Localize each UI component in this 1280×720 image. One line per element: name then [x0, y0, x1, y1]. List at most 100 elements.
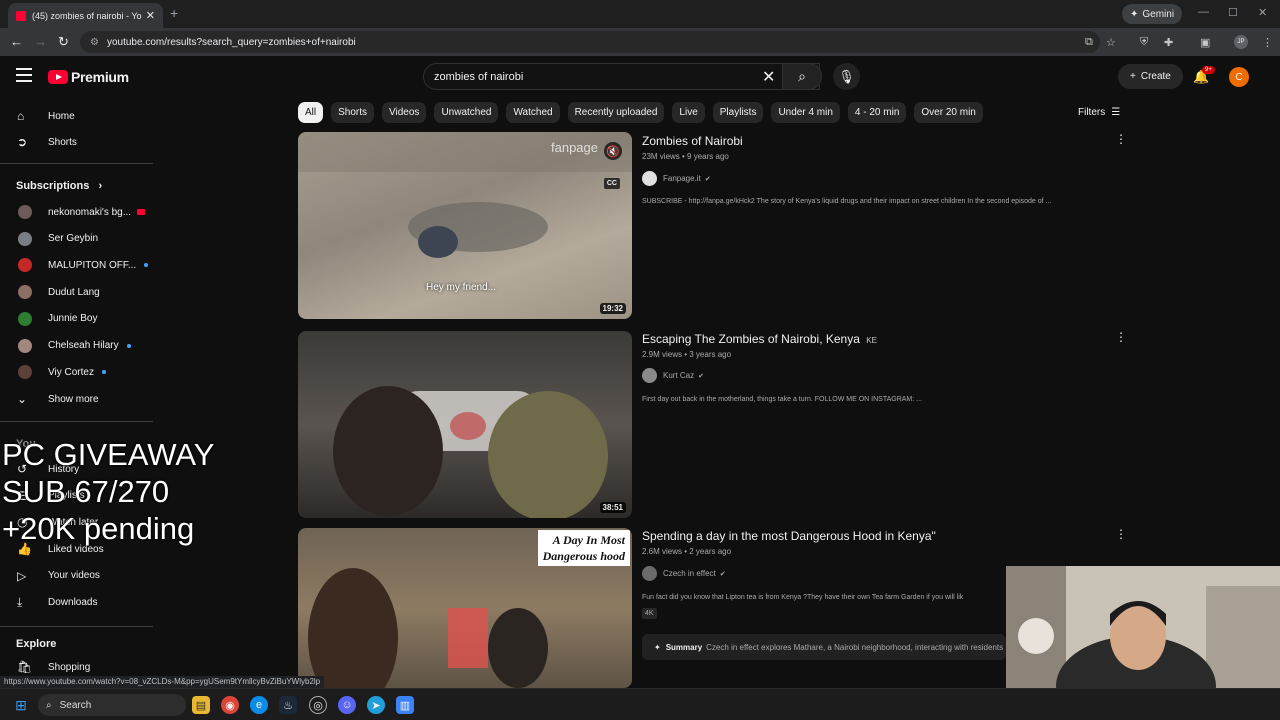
subscriptions-heading[interactable]: Subscriptions ›: [16, 180, 102, 192]
shield-extension-icon[interactable]: ⛨: [1140, 36, 1148, 49]
channel-avatar: [18, 258, 32, 273]
search-icon: ⌕: [798, 68, 806, 84]
video-title[interactable]: Spending a day in the most Dangerous Hoo…: [642, 529, 936, 543]
profile-avatar[interactable]: JP: [1234, 35, 1248, 49]
taskbar-search[interactable]: ⌕ Search: [38, 694, 186, 716]
edge-icon[interactable]: e: [250, 696, 268, 714]
more-actions-icon[interactable]: ⋮: [1115, 330, 1127, 344]
sidebar-item-you[interactable]: ▷ Your videos: [0, 563, 153, 589]
filter-chip[interactable]: Unwatched: [434, 102, 499, 123]
minimize-icon[interactable]: —: [1198, 6, 1209, 18]
filter-chip[interactable]: Videos: [382, 102, 427, 123]
more-actions-icon[interactable]: ⋮: [1115, 132, 1127, 146]
mute-icon[interactable]: 🔇: [604, 142, 622, 160]
video-title[interactable]: Zombies of Nairobi: [642, 134, 743, 148]
channel-avatar: [18, 311, 32, 326]
subscription-item[interactable]: Junnie Boy: [0, 306, 153, 332]
channel-link[interactable]: Kurt Caz ✔: [642, 368, 704, 383]
thumbnail-text-line: A Day In Most: [552, 533, 625, 547]
search-input[interactable]: zombies of nairobi: [423, 63, 820, 90]
ai-summary-bar[interactable]: ✦ Summary Czech in effect explores Matha…: [642, 634, 1006, 660]
sidebar-item-shorts[interactable]: ➲ Shorts: [0, 129, 153, 155]
back-icon[interactable]: ←: [10, 34, 23, 49]
subscription-item[interactable]: Ser Geybin: [0, 226, 153, 252]
channel-avatar: [642, 566, 657, 581]
subscription-item[interactable]: Chelseah Hilary: [0, 333, 153, 359]
subscription-item[interactable]: nekonomaki's bg...: [0, 199, 153, 225]
overlay-line-1: PC GIVEAWAY: [2, 437, 215, 472]
subscription-item[interactable]: Viy Cortez: [0, 359, 153, 385]
taskbar-search-label: Search: [59, 699, 92, 711]
bookmark-star-icon[interactable]: ☆: [1106, 36, 1116, 49]
filter-chip[interactable]: Recently uploaded: [567, 102, 665, 123]
filters-button[interactable]: Filters ☰: [1078, 107, 1120, 118]
filter-chip[interactable]: Over 20 min: [914, 102, 983, 123]
address-bar-row: ← → ↻ ⚙ youtube.com/results?search_query…: [0, 28, 1280, 56]
notepad-icon[interactable]: ▥: [396, 696, 414, 714]
sidebar-item-home[interactable]: ⌂ Home: [0, 103, 153, 129]
create-button[interactable]: + Create: [1118, 64, 1183, 89]
channel-link[interactable]: Fanpage.it ✔: [642, 171, 711, 186]
sidepanel-icon[interactable]: ▣: [1200, 36, 1210, 49]
user-avatar[interactable]: C: [1229, 67, 1249, 87]
clear-search-icon[interactable]: ✕: [762, 67, 775, 87]
youtube-favicon-icon: [16, 10, 26, 21]
chrome-icon[interactable]: ◉: [221, 696, 239, 714]
install-app-icon[interactable]: ⧉: [1085, 36, 1093, 49]
microphone-icon: 🎙: [838, 68, 855, 84]
filter-chip[interactable]: Live: [672, 102, 705, 123]
filter-chip[interactable]: 4 - 20 min: [847, 102, 907, 123]
chevron-down-icon: ⌄: [17, 392, 28, 406]
browser-menu-icon[interactable]: ⋮: [1262, 36, 1273, 49]
menu-icon[interactable]: [16, 68, 32, 86]
video-title-suffix: KE: [866, 336, 877, 345]
home-icon: ⌂: [17, 109, 25, 123]
channel-name: Kurt Caz: [663, 371, 695, 380]
new-tab-button[interactable]: +: [170, 5, 178, 21]
youtube-play-icon: [48, 70, 68, 84]
discord-icon[interactable]: ☺: [338, 696, 356, 714]
subscription-item[interactable]: MALUPITON OFF...: [0, 252, 153, 278]
forward-icon[interactable]: →: [34, 34, 47, 49]
windows-taskbar: ⊞ ⌕ Search ▤ ◉ e ♨ ◎ ☺ ➤ ▥: [0, 688, 1280, 720]
video-thumbnail[interactable]: 38:51: [298, 331, 632, 518]
filter-chip[interactable]: All: [298, 102, 324, 123]
close-window-icon[interactable]: ✕: [1258, 6, 1267, 19]
video-thumbnail[interactable]: fanpage 🔇 CC Hey my friend... 19:32: [298, 132, 632, 319]
channel-link[interactable]: Czech in effect ✔: [642, 566, 726, 581]
windows-start-icon[interactable]: ⊞: [12, 696, 30, 714]
filter-chip[interactable]: Shorts: [331, 102, 375, 123]
video-title[interactable]: Escaping The Zombies of Nairobi, Kenya K…: [642, 332, 877, 346]
telegram-icon[interactable]: ➤: [367, 696, 385, 714]
show-more-button[interactable]: ⌄ Show more: [0, 386, 153, 412]
youtube-logo[interactable]: Premium: [48, 69, 129, 85]
sidebar-item-you[interactable]: ⤓ Downloads: [0, 590, 153, 616]
browser-tab[interactable]: (45) zombies of nairobi - YouTube ✕: [8, 3, 163, 28]
more-actions-icon[interactable]: ⋮: [1115, 527, 1127, 541]
filter-chip[interactable]: Under 4 min: [771, 102, 840, 123]
file-explorer-icon[interactable]: ▤: [192, 696, 210, 714]
filter-chip[interactable]: Watched: [506, 102, 560, 123]
browser-tab-bar: (45) zombies of nairobi - YouTube ✕ + ✦ …: [0, 0, 1280, 28]
search-button[interactable]: ⌕: [782, 63, 822, 90]
url-field[interactable]: ⚙ youtube.com/results?search_query=zombi…: [80, 31, 1100, 53]
stream-overlay-text: PC GIVEAWAY SUB 67/270 +20K pending: [2, 436, 214, 547]
site-info-icon[interactable]: ⚙: [90, 37, 99, 48]
voice-search-button[interactable]: 🎙: [833, 63, 860, 90]
channel-avatar: [18, 205, 32, 219]
live-indicator-icon: [137, 209, 146, 215]
subscription-item[interactable]: Dudut Lang: [0, 279, 153, 305]
shopping-bag-icon: 🛍: [17, 660, 33, 674]
show-more-label: Show more: [48, 393, 99, 405]
maximize-icon[interactable]: ☐: [1228, 6, 1238, 19]
captions-icon[interactable]: CC: [603, 178, 620, 189]
video-thumbnail[interactable]: A Day In Most Dangerous hood: [298, 528, 632, 688]
channel-avatar: [642, 368, 657, 383]
reload-icon[interactable]: ↻: [58, 34, 69, 50]
close-tab-icon[interactable]: ✕: [146, 9, 155, 22]
filter-chip[interactable]: Playlists: [712, 102, 764, 123]
obs-icon[interactable]: ◎: [309, 696, 327, 714]
steam-icon[interactable]: ♨: [279, 696, 297, 714]
gemini-button[interactable]: ✦ Gemini: [1122, 4, 1183, 24]
extensions-puzzle-icon[interactable]: ✚: [1164, 36, 1173, 49]
